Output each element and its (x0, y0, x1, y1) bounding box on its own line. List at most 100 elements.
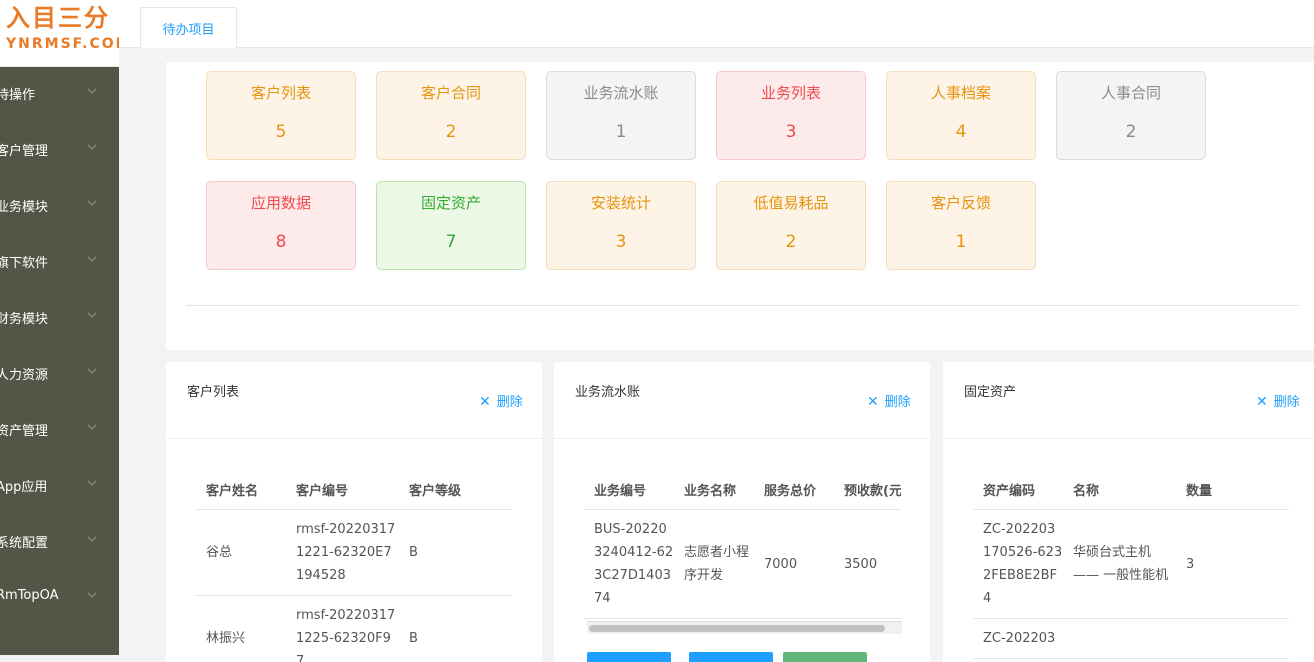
column-header[interactable]: 客户姓名 (196, 469, 286, 510)
sidebar-item-label: 客户管理 (0, 140, 48, 159)
column-header[interactable]: 服务总价 (754, 469, 834, 510)
sidebar-item-label: 人力资源 (0, 364, 48, 383)
chevron-down-icon (86, 309, 98, 321)
todo-card-count: 8 (207, 232, 355, 252)
logo[interactable]: 入目三分 YNRMSF.COM (0, 0, 119, 67)
todo-card-count: 2 (377, 122, 525, 142)
table-cell: BUS-202203240412-623C27D140374 (584, 510, 674, 619)
table-cell: B (399, 510, 512, 596)
todo-card-count: 2 (1057, 122, 1205, 142)
sidebar-item-pending[interactable]: 待操作 (0, 67, 119, 123)
widget-header: 固定资产 ✕删除 (943, 362, 1314, 439)
table-cell: 3 (1176, 510, 1289, 619)
close-icon: ✕ (867, 394, 879, 410)
todo-card-title: 客户列表 (207, 82, 355, 103)
todo-panel: 客户列表 5 客户合同 2 业务流水账 1 业务列表 3 人事档案 4 人事合同… (166, 62, 1314, 350)
table-cell: 谷总 (196, 510, 286, 596)
todo-card-personnel-files[interactable]: 人事档案 4 (886, 71, 1036, 160)
todo-card-title: 低值易耗品 (717, 192, 865, 213)
horizontal-scrollbar[interactable] (587, 621, 902, 634)
table-row[interactable]: BUS-202203240412-623C27D140374 志愿者小程序开发 … (584, 510, 901, 619)
data-table: 业务编号 业务名称 服务总价 预收款(元 BUS-202203240412-62… (584, 469, 901, 619)
table-header-row: 客户姓名 客户编号 客户等级 (196, 469, 512, 510)
column-header[interactable]: 数量 (1176, 469, 1289, 510)
sidebar-item-apps[interactable]: App应用 (0, 459, 119, 515)
todo-card-hr-contract[interactable]: 人事合同 2 (1056, 71, 1206, 160)
table-scroll-area[interactable]: 业务编号 业务名称 服务总价 预收款(元 BUS-202203240412-62… (584, 469, 901, 619)
table-row[interactable]: ZC-202203 (973, 619, 1289, 659)
scrollbar-thumb[interactable] (589, 625, 885, 632)
sidebar-item-assets[interactable]: 资产管理 (0, 403, 119, 459)
table-cell: 志愿者小程序开发 (674, 510, 754, 619)
chevron-down-icon (86, 421, 98, 433)
todo-card-customer-contract[interactable]: 客户合同 2 (376, 71, 526, 160)
pagination-button[interactable] (783, 652, 867, 662)
sidebar-item-settings[interactable]: 系统配置 (0, 515, 119, 571)
sidebar-item-customers[interactable]: 客户管理 (0, 123, 119, 179)
delete-label: 删除 (1274, 395, 1300, 410)
column-header[interactable]: 客户编号 (286, 469, 399, 510)
sidebar-item-rmtopoa[interactable]: RmTopOA (0, 571, 119, 627)
todo-card-count: 1 (547, 122, 695, 142)
tab-todo[interactable]: 待办项目 (140, 7, 237, 48)
todo-card-title: 安装统计 (547, 192, 695, 213)
data-table: 资产编码 名称 数量 ZC-202203170526-6232FEB8E2BF4… (973, 469, 1289, 659)
widget-title: 业务流水账 (575, 381, 640, 400)
todo-card-app-data[interactable]: 应用数据 8 (206, 181, 356, 270)
table-row[interactable]: 谷总 rmsf-202203171221-62320E7194528 B (196, 510, 512, 596)
todo-card-fixed-assets[interactable]: 固定资产 7 (376, 181, 526, 270)
sidebar-item-label: 财务模块 (0, 308, 48, 327)
todo-card-count: 2 (717, 232, 865, 252)
delete-button[interactable]: ✕ 删除 (1256, 391, 1300, 410)
widget-header: 业务流水账 ✕ 删除 (554, 362, 930, 439)
delete-label: 删除 (885, 395, 911, 410)
column-header[interactable]: 业务编号 (584, 469, 674, 510)
sidebar-item-label: 系统配置 (0, 532, 48, 551)
todo-card-install-stats[interactable]: 安装统计 3 (546, 181, 696, 270)
table-row[interactable]: ZC-202203170526-6232FEB8E2BF4 华硕台式主机—— 一… (973, 510, 1289, 619)
table-cell: 7000 (754, 510, 834, 619)
todo-card-business-ledger[interactable]: 业务流水账 1 (546, 71, 696, 160)
column-header[interactable]: 名称 (1063, 469, 1176, 510)
table-cell (1063, 619, 1176, 659)
column-header[interactable]: 客户等级 (399, 469, 512, 510)
sidebar-item-finance[interactable]: 财务模块 (0, 291, 119, 347)
sidebar-item-business[interactable]: 业务模块 (0, 179, 119, 235)
widget-business-ledger: 业务流水账 ✕ 删除 业务编号 业务名称 服务总价 预收款(元 BUS-20220… (554, 362, 930, 662)
logo-subtext: YNRMSF.COM (6, 36, 119, 52)
todo-card-title: 固定资产 (377, 192, 525, 213)
delete-button[interactable]: ✕ 删除 (867, 391, 911, 410)
todo-card-customer-feedback[interactable]: 客户反馈 1 (886, 181, 1036, 270)
todo-card-business-list[interactable]: 业务列表 3 (716, 71, 866, 160)
todo-card-customer-list[interactable]: 客户列表 5 (206, 71, 356, 160)
sidebar-item-hr[interactable]: 人力资源 (0, 347, 119, 403)
table-cell: rmsf-202203171225-62320F97 (286, 596, 399, 662)
sidebar-item-label: 待操作 (0, 84, 35, 103)
logo-text: 入目三分 (6, 0, 110, 33)
chevron-down-icon (86, 365, 98, 377)
todo-card-title: 客户合同 (377, 82, 525, 103)
pagination-button[interactable] (587, 652, 671, 662)
todo-card-consumables[interactable]: 低值易耗品 2 (716, 181, 866, 270)
tab-bar: 待办项目 (119, 0, 1314, 48)
sidebar-item-label: App应用 (0, 476, 47, 495)
todo-card-title: 人事合同 (1057, 82, 1205, 103)
widget-fixed-assets: 固定资产 ✕删除 资产编码 名称 数量 ZC-202203170526-6232… (943, 362, 1314, 662)
pagination-button[interactable] (689, 652, 773, 662)
table-cell: ZC-202203170526-6232FEB8E2BF4 (973, 510, 1063, 619)
close-icon: ✕ (479, 394, 491, 410)
column-header[interactable]: 资产编码 (973, 469, 1063, 510)
widget-title: 客户列表 (187, 381, 239, 400)
todo-card-count: 3 (717, 122, 865, 142)
table-cell: ZC-202203 (973, 619, 1063, 659)
sidebar-item-label: 资产管理 (0, 420, 48, 439)
delete-button[interactable]: ✕删除 (479, 391, 523, 410)
todo-card-count: 3 (547, 232, 695, 252)
column-header[interactable]: 业务名称 (674, 469, 754, 510)
chevron-down-icon (86, 477, 98, 489)
table-row[interactable]: 林振兴 rmsf-202203171225-62320F97 B (196, 596, 512, 662)
sidebar-item-software[interactable]: 旗下软件 (0, 235, 119, 291)
close-icon: ✕ (1256, 394, 1268, 410)
column-header[interactable]: 预收款(元 (834, 469, 901, 510)
table-cell: 华硕台式主机—— 一般性能机 (1063, 510, 1176, 619)
